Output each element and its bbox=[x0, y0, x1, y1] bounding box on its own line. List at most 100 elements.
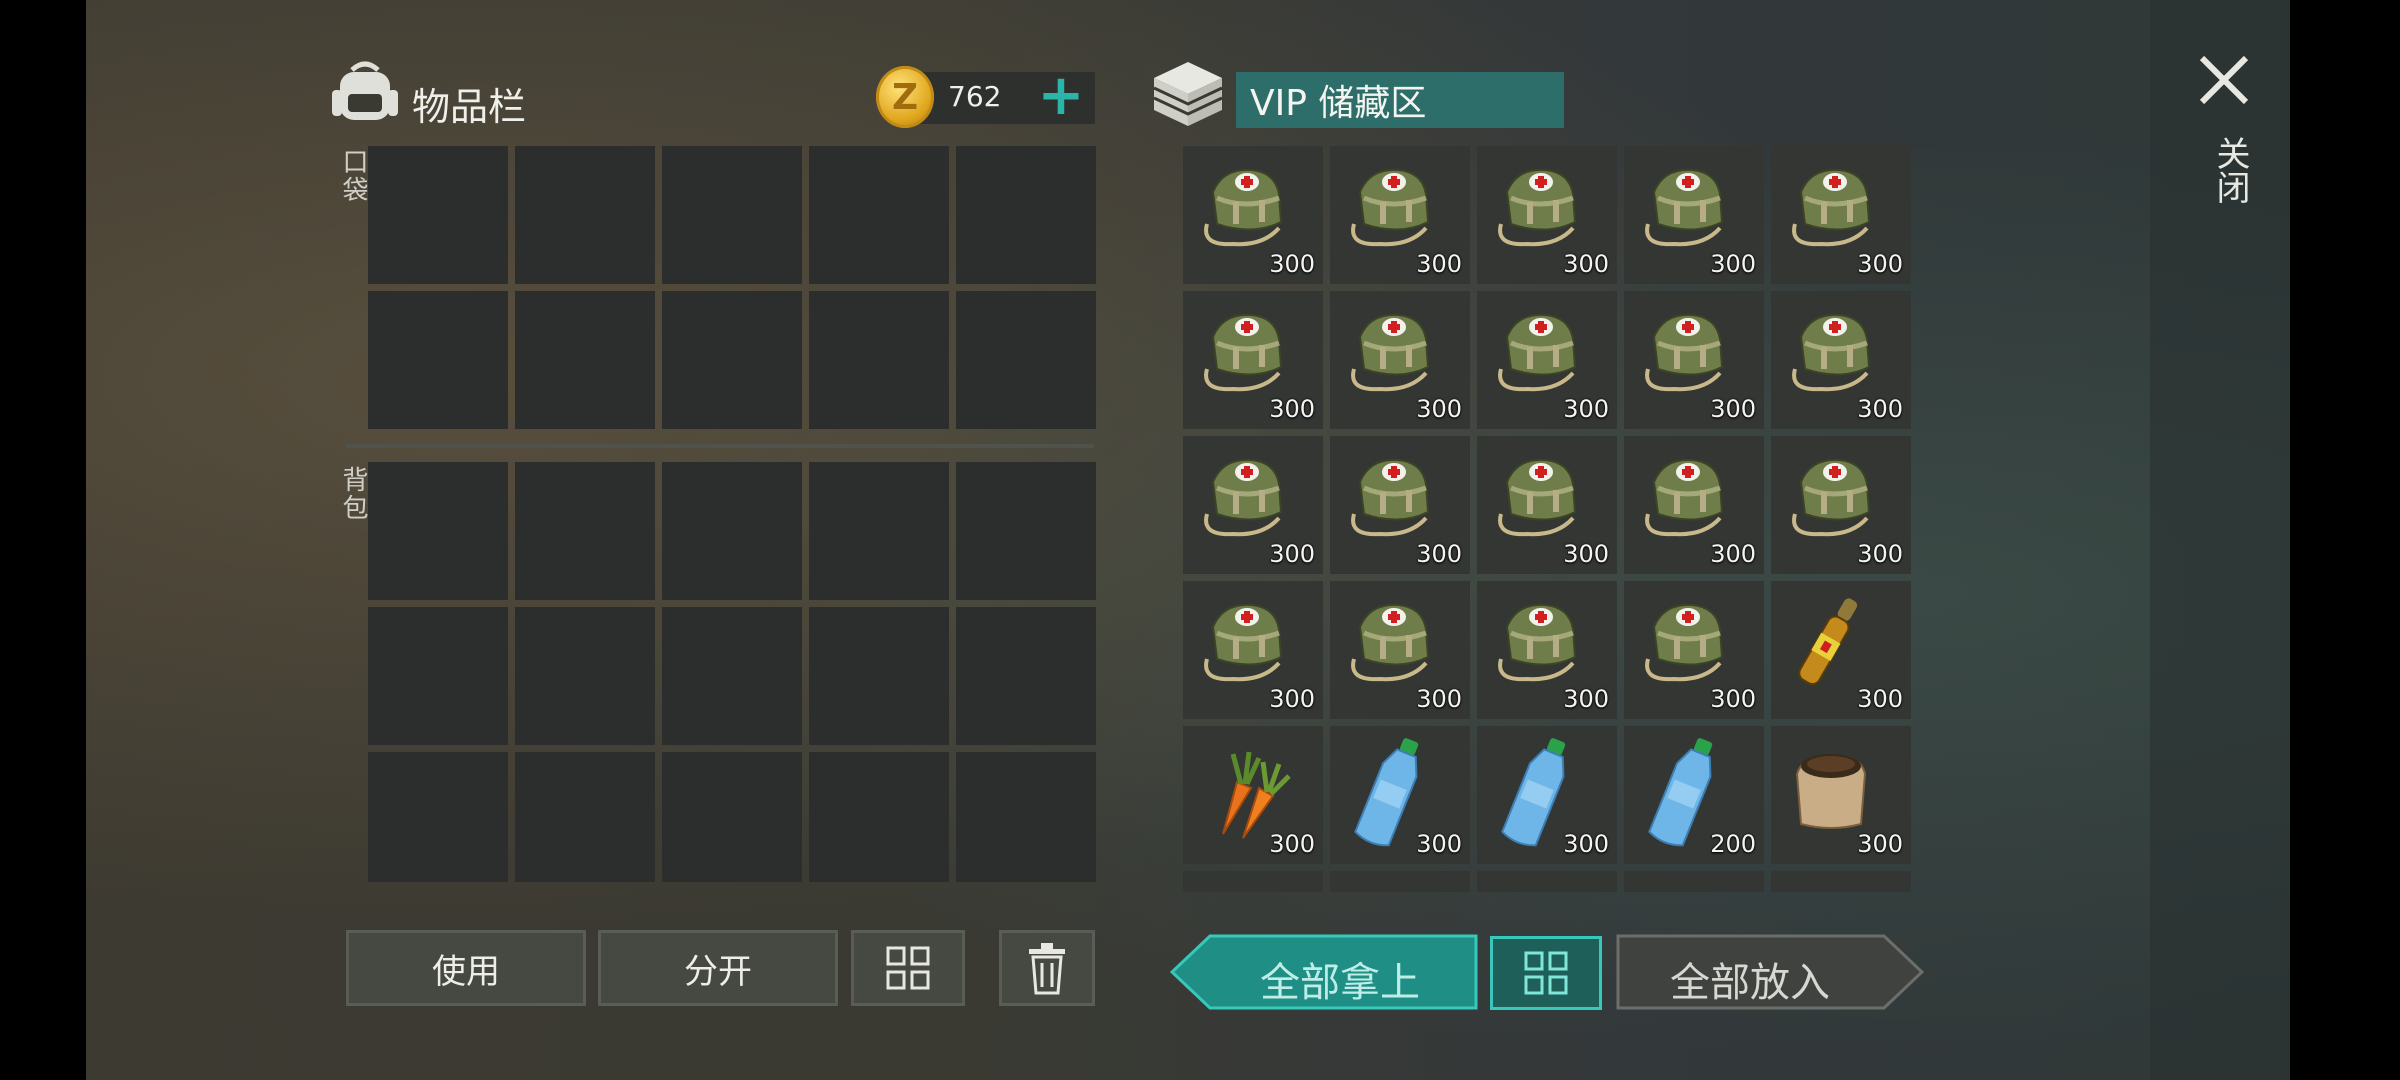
item-quantity: 300 bbox=[1269, 830, 1315, 858]
storage-slot[interactable]: 300 bbox=[1624, 436, 1764, 574]
sort-grid-icon bbox=[886, 946, 930, 990]
item-quantity: 300 bbox=[1710, 395, 1756, 423]
backpack-slot[interactable] bbox=[662, 607, 802, 745]
storage-grid: 300 300 300 300 300 300 300 300 300 300 … bbox=[1183, 146, 1911, 892]
item-quantity: 300 bbox=[1563, 395, 1609, 423]
item-quantity: 300 bbox=[1269, 395, 1315, 423]
pocket-slot[interactable] bbox=[809, 146, 949, 284]
pocket-slot[interactable] bbox=[368, 291, 508, 429]
storage-slot[interactable]: 300 bbox=[1624, 291, 1764, 429]
pocket-label: 口袋 bbox=[338, 148, 368, 204]
item-quantity: 200 bbox=[1710, 830, 1756, 858]
storage-slot[interactable]: 300 bbox=[1330, 436, 1470, 574]
storage-slot[interactable]: 300 bbox=[1771, 291, 1911, 429]
pocket-slot[interactable] bbox=[662, 291, 802, 429]
backpack-slot[interactable] bbox=[515, 607, 655, 745]
item-quantity: 300 bbox=[1857, 830, 1903, 858]
item-quantity: 300 bbox=[1710, 540, 1756, 568]
storage-slot[interactable]: 300 bbox=[1477, 436, 1617, 574]
trash-button[interactable] bbox=[999, 930, 1095, 1006]
storage-slot[interactable]: 300 bbox=[1771, 581, 1911, 719]
storage-slot[interactable]: 300 bbox=[1771, 146, 1911, 284]
item-quantity: 300 bbox=[1416, 395, 1462, 423]
sort-grid-icon bbox=[1524, 951, 1568, 995]
item-quantity: 300 bbox=[1563, 685, 1609, 713]
backpack-slot[interactable] bbox=[809, 462, 949, 600]
backpack-slot[interactable] bbox=[368, 462, 508, 600]
put-all-button[interactable]: 全部放入 bbox=[1616, 934, 1924, 1010]
storage-slot[interactable] bbox=[1624, 871, 1764, 892]
item-quantity: 300 bbox=[1563, 830, 1609, 858]
storage-crate-icon bbox=[1148, 56, 1228, 132]
storage-slot[interactable]: 300 bbox=[1771, 436, 1911, 574]
storage-slot[interactable]: 300 bbox=[1183, 581, 1323, 719]
pocket-slot[interactable] bbox=[662, 146, 802, 284]
take-all-button[interactable]: 全部拿上 bbox=[1170, 934, 1478, 1010]
backpack-slot[interactable] bbox=[515, 462, 655, 600]
storage-slot[interactable]: 300 bbox=[1183, 146, 1323, 284]
storage-grid-viewport[interactable]: 300 300 300 300 300 300 300 300 300 300 … bbox=[1183, 146, 1911, 892]
use-button[interactable]: 使用 bbox=[346, 930, 586, 1006]
sort-storage-button[interactable] bbox=[1490, 936, 1602, 1010]
backpack-slot[interactable] bbox=[662, 462, 802, 600]
backpack-slot[interactable] bbox=[515, 752, 655, 882]
item-quantity: 300 bbox=[1416, 250, 1462, 278]
storage-slot[interactable] bbox=[1330, 871, 1470, 892]
close-button[interactable]: 关闭 bbox=[2192, 48, 2256, 218]
take-all-label: 全部拿上 bbox=[1260, 960, 1420, 1006]
item-quantity: 300 bbox=[1857, 685, 1903, 713]
backpack-slot[interactable] bbox=[368, 607, 508, 745]
storage-slot[interactable]: 300 bbox=[1477, 291, 1617, 429]
storage-slot[interactable]: 300 bbox=[1330, 581, 1470, 719]
pocket-slot[interactable] bbox=[956, 146, 1096, 284]
item-quantity: 300 bbox=[1563, 250, 1609, 278]
add-coins-button[interactable]: + bbox=[1036, 68, 1086, 124]
pocket-slot[interactable] bbox=[809, 291, 949, 429]
item-quantity: 300 bbox=[1857, 395, 1903, 423]
storage-slot[interactable]: 300 bbox=[1771, 726, 1911, 864]
storage-slot[interactable]: 300 bbox=[1183, 291, 1323, 429]
storage-slot[interactable]: 200 bbox=[1624, 726, 1764, 864]
backpack-slot[interactable] bbox=[662, 752, 802, 882]
storage-slot[interactable]: 300 bbox=[1477, 146, 1617, 284]
backpack-slot[interactable] bbox=[956, 752, 1096, 882]
backpack-icon bbox=[330, 56, 400, 126]
storage-slot[interactable]: 300 bbox=[1330, 726, 1470, 864]
pocket-slot[interactable] bbox=[956, 291, 1096, 429]
coin-count: 762 bbox=[948, 80, 1002, 113]
storage-slot[interactable] bbox=[1771, 871, 1911, 892]
backpack-slot[interactable] bbox=[368, 752, 508, 882]
sort-inventory-button[interactable] bbox=[851, 930, 965, 1006]
section-divider bbox=[346, 444, 1094, 448]
storage-slot[interactable]: 300 bbox=[1624, 581, 1764, 719]
item-quantity: 300 bbox=[1416, 685, 1462, 713]
storage-slot[interactable]: 300 bbox=[1624, 146, 1764, 284]
pocket-slot[interactable] bbox=[515, 146, 655, 284]
storage-slot[interactable]: 300 bbox=[1183, 436, 1323, 574]
pocket-slot[interactable] bbox=[368, 146, 508, 284]
backpack-slot[interactable] bbox=[809, 607, 949, 745]
storage-slot[interactable]: 300 bbox=[1183, 726, 1323, 864]
backpack-grid bbox=[368, 462, 1096, 882]
put-all-label: 全部放入 bbox=[1670, 960, 1830, 1006]
backpack-slot[interactable] bbox=[956, 462, 1096, 600]
storage-slot[interactable]: 300 bbox=[1330, 291, 1470, 429]
close-icon bbox=[2199, 55, 2249, 105]
storage-slot[interactable] bbox=[1477, 871, 1617, 892]
storage-slot[interactable]: 300 bbox=[1477, 726, 1617, 864]
storage-name-field[interactable]: VIP 储藏区 bbox=[1236, 72, 1564, 128]
trash-icon bbox=[1029, 943, 1065, 995]
storage-slot[interactable] bbox=[1183, 871, 1323, 892]
backpack-slot[interactable] bbox=[809, 752, 949, 882]
item-quantity: 300 bbox=[1416, 830, 1462, 858]
split-button[interactable]: 分开 bbox=[598, 930, 838, 1006]
pocket-grid bbox=[368, 146, 1096, 429]
item-quantity: 300 bbox=[1269, 250, 1315, 278]
storage-slot[interactable]: 300 bbox=[1477, 581, 1617, 719]
item-quantity: 300 bbox=[1857, 250, 1903, 278]
item-quantity: 300 bbox=[1269, 540, 1315, 568]
item-quantity: 300 bbox=[1416, 540, 1462, 568]
backpack-slot[interactable] bbox=[956, 607, 1096, 745]
pocket-slot[interactable] bbox=[515, 291, 655, 429]
storage-slot[interactable]: 300 bbox=[1330, 146, 1470, 284]
